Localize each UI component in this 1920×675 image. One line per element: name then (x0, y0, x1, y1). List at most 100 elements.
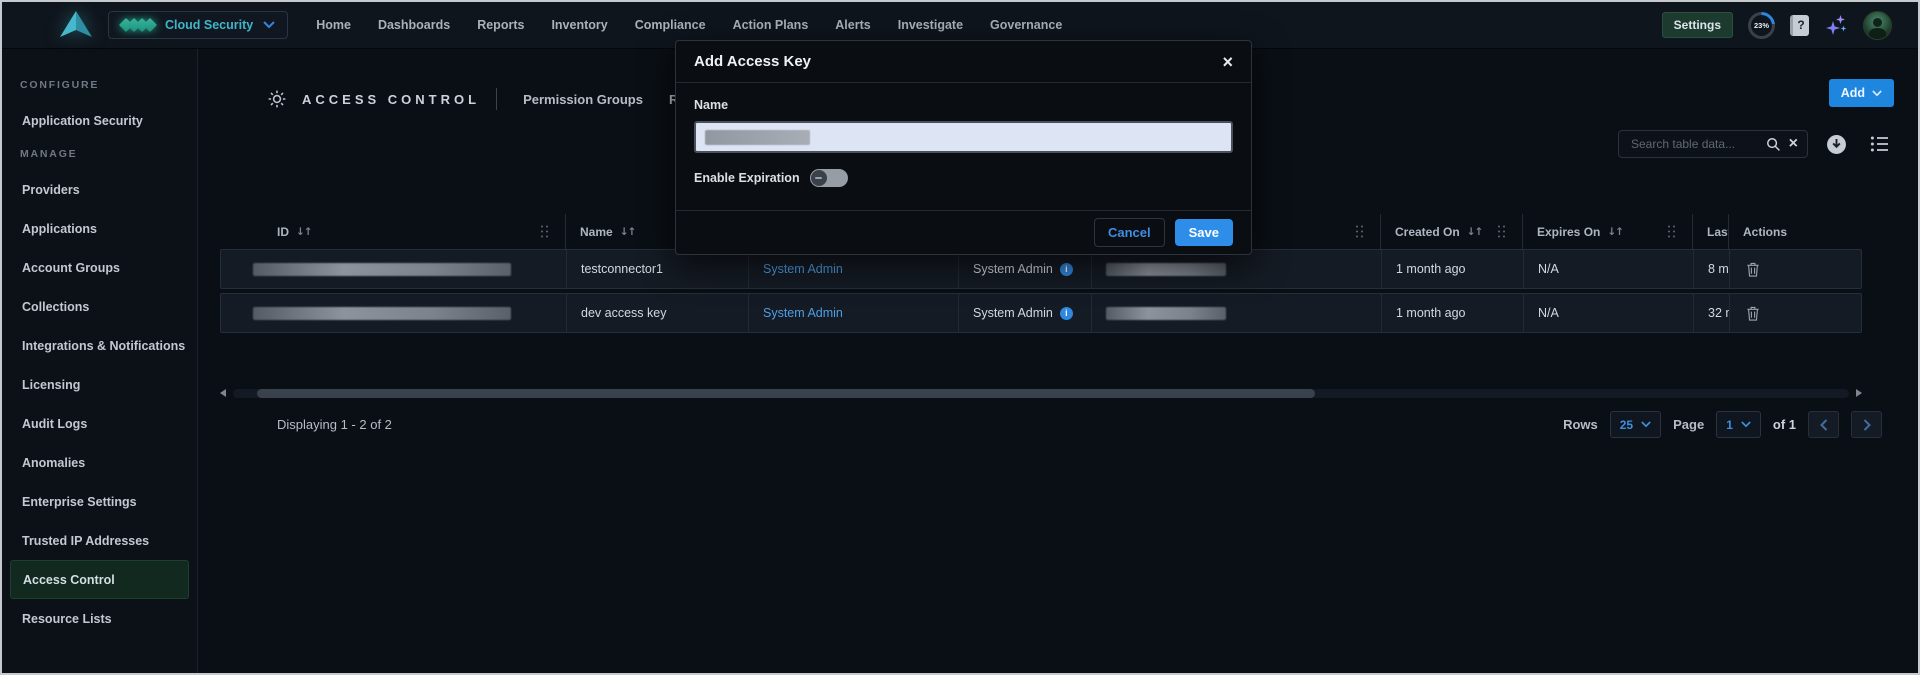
role-link[interactable]: System Admin (763, 262, 843, 276)
sidebar-item-collections[interactable]: Collections (10, 287, 189, 326)
enable-expiration-label: Enable Expiration (694, 171, 800, 185)
product-switcher-dropdown[interactable]: Cloud Security (108, 11, 288, 39)
scroll-left-arrow[interactable] (220, 389, 226, 397)
page-value: 1 (1726, 418, 1733, 432)
sidebar-item-anomalies[interactable]: Anomalies (10, 443, 189, 482)
sidebar-item-licensing[interactable]: Licensing (10, 365, 189, 404)
clear-search-icon[interactable]: × (1789, 136, 1798, 152)
chevron-left-icon (1820, 419, 1828, 431)
search-input[interactable] (1629, 136, 1758, 152)
sidebar-item-access-control[interactable]: Access Control (10, 560, 189, 599)
save-button[interactable]: Save (1175, 219, 1233, 246)
sort-icon[interactable]: ↓↑ (1607, 226, 1623, 238)
progress-ring[interactable]: 23% (1748, 12, 1775, 39)
cell-last_used: 32 m (1693, 294, 1729, 332)
add-button-label: Add (1841, 86, 1865, 100)
page-select[interactable]: 1 (1716, 411, 1761, 438)
nav-item-inventory[interactable]: Inventory (551, 18, 607, 32)
search-icon[interactable] (1766, 137, 1781, 152)
scrollbar-thumb[interactable] (257, 389, 1315, 398)
sidebar-item-integrations-notifications[interactable]: Integrations & Notifications (10, 326, 189, 365)
rows-per-page-value: 25 (1620, 418, 1633, 432)
close-icon[interactable]: × (1222, 53, 1233, 71)
column-drag-handle-icon[interactable] (1356, 225, 1364, 238)
info-icon[interactable]: i (1060, 307, 1073, 320)
nav-item-governance[interactable]: Governance (990, 18, 1062, 32)
add-access-key-modal: Add Access Key × Name Enable Expiration … (675, 40, 1252, 255)
assigned-by-label: System Admin (973, 262, 1053, 276)
column-drag-handle-icon[interactable] (541, 225, 549, 238)
redacted-name-value (705, 130, 810, 145)
primary-nav: Home Dashboards Reports Inventory Compliance… (316, 18, 1062, 32)
table-row: testconnector1System AdminSystem Admini1… (220, 249, 1862, 289)
sidebar-item-resource-lists[interactable]: Resource Lists (10, 599, 189, 638)
sidebar-item-applications[interactable]: Applications (10, 209, 189, 248)
table-row: dev access keySystem AdminSystem Admini1… (220, 293, 1862, 333)
add-button[interactable]: Add (1829, 79, 1894, 107)
trash-icon (1746, 306, 1760, 321)
sidebar-item-trusted-ip-addresses[interactable]: Trusted IP Addresses (10, 521, 189, 560)
app-logo-icon[interactable] (58, 10, 94, 40)
table-settings-button[interactable] (1864, 131, 1896, 158)
nav-item-action-plans[interactable]: Action Plans (733, 18, 809, 32)
cell-last_used: 8 mi (1693, 250, 1729, 288)
nav-item-compliance[interactable]: Compliance (635, 18, 706, 32)
ai-sparkles-icon[interactable] (1824, 13, 1848, 37)
next-page-button[interactable] (1851, 411, 1882, 438)
sidebar-item-account-groups[interactable]: Account Groups (10, 248, 189, 287)
tab-permission-groups[interactable]: Permission Groups (523, 92, 643, 107)
assigned-by-label: System Admin (973, 306, 1053, 320)
delete-access-key-button[interactable] (1744, 304, 1762, 323)
previous-page-button[interactable] (1808, 411, 1839, 438)
displaying-count: Displaying 1 - 2 of 2 (277, 417, 392, 432)
scroll-right-arrow[interactable] (1856, 389, 1862, 397)
download-button[interactable] (1820, 131, 1852, 158)
sidebar-item-providers[interactable]: Providers (10, 170, 189, 209)
column-header-id[interactable]: ID ↓↑ (220, 214, 565, 249)
nav-item-alerts[interactable]: Alerts (835, 18, 870, 32)
delete-access-key-button[interactable] (1744, 260, 1762, 279)
rows-per-page-select[interactable]: 25 (1610, 411, 1661, 438)
column-drag-handle-icon[interactable] (1498, 225, 1506, 238)
nav-item-dashboards[interactable]: Dashboards (378, 18, 450, 32)
rows-label: Rows (1563, 417, 1598, 432)
name-field (694, 121, 1233, 153)
nav-item-home[interactable]: Home (316, 18, 351, 32)
sidebar-section-configure: CONFIGURE (2, 71, 197, 101)
product-switcher-label: Cloud Security (165, 18, 253, 32)
column-header-label: ID (277, 225, 289, 239)
cell-role: System Admin (748, 250, 958, 288)
nav-item-reports[interactable]: Reports (477, 18, 524, 32)
sort-icon[interactable]: ↓↑ (620, 226, 636, 238)
cell-text: testconnector1 (581, 262, 663, 276)
cell-text: 1 month ago (1396, 306, 1466, 320)
column-header-created-on[interactable]: Created On↓↑ (1380, 214, 1522, 249)
redacted-value (1106, 263, 1226, 276)
enable-expiration-toggle[interactable] (810, 169, 848, 187)
help-icon[interactable]: ? (1790, 15, 1809, 36)
sort-icon[interactable]: ↓↑ (296, 226, 312, 238)
sidebar-item-application-security[interactable]: Application Security (10, 101, 189, 140)
sidebar-item-audit-logs[interactable]: Audit Logs (10, 404, 189, 443)
name-field-label: Name (694, 98, 1233, 112)
horizontal-scrollbar (220, 388, 1862, 398)
chevron-down-icon (263, 21, 275, 29)
nav-item-investigate[interactable]: Investigate (898, 18, 963, 32)
topbar-actions: Settings 23% ? (1662, 11, 1892, 40)
download-icon (1826, 134, 1847, 155)
user-avatar[interactable] (1863, 11, 1892, 40)
column-header-label: Expires On (1537, 225, 1600, 239)
toggle-knob-icon (811, 170, 827, 186)
sidebar-item-enterprise-settings[interactable]: Enterprise Settings (10, 482, 189, 521)
column-drag-handle-icon[interactable] (1668, 225, 1676, 238)
modal-footer: Cancel Save (676, 210, 1251, 254)
cancel-button[interactable]: Cancel (1094, 218, 1165, 247)
scrollbar-track[interactable] (233, 389, 1849, 398)
chevron-down-icon (1641, 421, 1651, 428)
chevron-down-icon (1872, 90, 1882, 97)
role-link[interactable]: System Admin (763, 306, 843, 320)
info-icon[interactable]: i (1060, 263, 1073, 276)
column-header-expires-on[interactable]: Expires On ↓↑ (1522, 214, 1692, 249)
settings-button[interactable]: Settings (1662, 12, 1733, 38)
sort-icon[interactable]: ↓↑ (1467, 226, 1483, 238)
